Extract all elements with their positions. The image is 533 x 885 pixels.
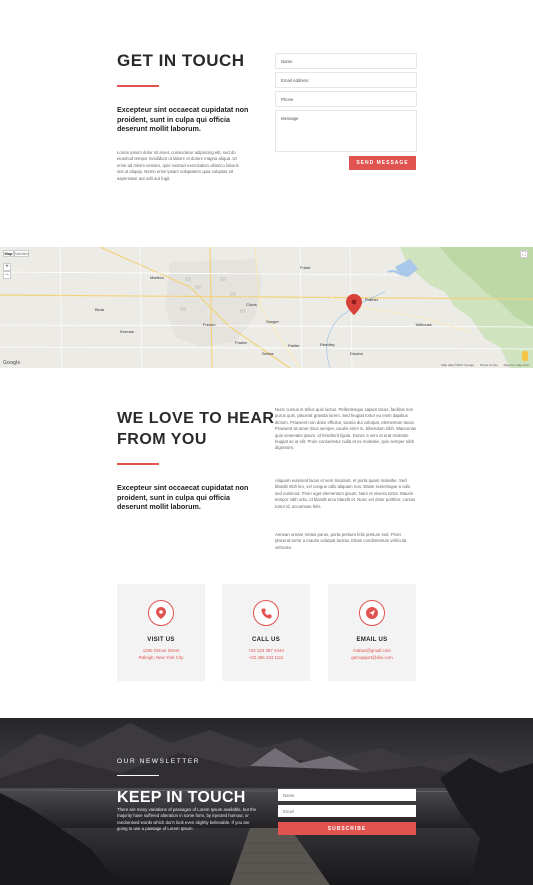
- map-type-map-button[interactable]: Map: [3, 250, 14, 257]
- love-paragraph: Aenean ornare metus purus, porta pretium…: [275, 532, 407, 550]
- love-accent-line: [117, 463, 159, 465]
- message-field[interactable]: Message: [275, 110, 417, 152]
- newsletter-email-field[interactable]: Email: [278, 805, 416, 817]
- call-us-title: CALL US: [252, 637, 280, 643]
- phone-icon: [253, 600, 279, 626]
- newsletter-title: KEEP IN TOUCH: [117, 789, 246, 806]
- call-us-phone1[interactable]: +22 123 387 4444: [222, 648, 310, 655]
- love-paragraph: Nunc cursus in tellus quis luctus. Pelle…: [275, 407, 417, 451]
- map-city-label: Fowler: [235, 340, 248, 345]
- map-city-label: Kerman: [120, 329, 135, 334]
- visit-us-title: VISIT US: [147, 637, 175, 643]
- map-city-label: Parlier: [288, 343, 300, 348]
- love-title-line2: FROM YOU: [117, 431, 207, 448]
- send-icon: [359, 600, 385, 626]
- map-report-link[interactable]: Report a map error: [504, 363, 529, 367]
- map-city-label: Biola: [95, 307, 104, 312]
- map-city-label: Dinuba: [350, 351, 363, 356]
- love-lead: Excepteur sint occaecat cupidatat non pr…: [117, 483, 249, 511]
- email-us-address1[interactable]: mattus@gmail.com: [328, 648, 416, 655]
- contact-lead: Excepteur sint occaecat cupidatat non pr…: [117, 105, 249, 133]
- map-city-label: Friant: [300, 265, 311, 270]
- call-us-card: CALL US +22 123 387 4444 +22 456 234 111…: [222, 584, 310, 681]
- map-canvas[interactable]: [0, 247, 533, 368]
- subscribe-button[interactable]: SUBSCRIBE: [278, 822, 416, 835]
- contact-body: Lorem ipsum dolor sit amet, consectetur …: [117, 150, 239, 181]
- map-data-credit: Map data ©2017 Google: [441, 363, 474, 367]
- map[interactable]: Fresno Clovis Sanger Reedley Kerman Made…: [0, 247, 533, 368]
- name-field[interactable]: Name: [275, 53, 417, 69]
- map-city-label: Prather: [365, 297, 379, 302]
- email-field[interactable]: Email Address: [275, 72, 417, 88]
- map-type-satellite-button[interactable]: Satellite: [14, 250, 29, 257]
- map-city-label: Selma: [262, 351, 274, 356]
- zoom-in-button[interactable]: +: [3, 263, 11, 271]
- map-city-label: Tollhouse: [415, 322, 432, 327]
- love-paragraph: Aliquam euismod lacus et sem tincidunt, …: [275, 478, 416, 509]
- map-city-label: Clovis: [246, 302, 257, 307]
- zoom-out-button[interactable]: −: [3, 271, 11, 279]
- email-us-title: EMAIL US: [356, 637, 388, 643]
- newsletter-text: There are many variations of passages of…: [117, 807, 257, 832]
- map-city-label: Madera: [150, 275, 164, 280]
- newsletter-background-image: [0, 718, 533, 885]
- newsletter-section: OUR NEWSLETTER KEEP IN TOUCH There are m…: [0, 718, 533, 885]
- map-city-label: Fresno: [203, 322, 216, 327]
- contact-title: GET IN TOUCH: [117, 51, 245, 70]
- email-us-address2[interactable]: getsupport@divi.com: [328, 655, 416, 662]
- visit-us-address-line1: 1290 Dimon Street: [142, 648, 180, 653]
- love-title: WE LOVE TO HEAR FROM YOU: [117, 408, 274, 450]
- map-fullscreen-button[interactable]: ⛶: [520, 250, 528, 258]
- send-message-button[interactable]: SEND MESSAGE: [349, 156, 416, 170]
- map-city-label: Sanger: [266, 319, 279, 324]
- google-logo: Google: [3, 360, 21, 366]
- street-view-pegman-icon[interactable]: [522, 351, 528, 361]
- call-us-phone2[interactable]: +22 456 234 1111: [222, 655, 310, 662]
- map-terms-link[interactable]: Terms of Use: [480, 363, 498, 367]
- love-title-line1: WE LOVE TO HEAR: [117, 410, 275, 427]
- visit-us-address-line2: Raleigh, New York City: [138, 655, 184, 660]
- map-city-label: Reedley: [320, 342, 335, 347]
- contact-accent-line: [117, 85, 159, 87]
- newsletter-name-field[interactable]: Name: [278, 789, 416, 801]
- newsletter-accent-line: [117, 775, 159, 776]
- map-pin-icon: [148, 600, 174, 626]
- map-footer: Map data ©2017 Google Terms of Use Repor…: [441, 363, 529, 367]
- phone-field[interactable]: Phone: [275, 91, 417, 107]
- newsletter-label: OUR NEWSLETTER: [117, 758, 201, 765]
- visit-us-card: VISIT US 1290 Dimon Street Raleigh, New …: [117, 584, 205, 681]
- email-us-card: EMAIL US mattus@gmail.com getsupport@div…: [328, 584, 416, 681]
- fullscreen-icon: ⛶: [522, 251, 526, 257]
